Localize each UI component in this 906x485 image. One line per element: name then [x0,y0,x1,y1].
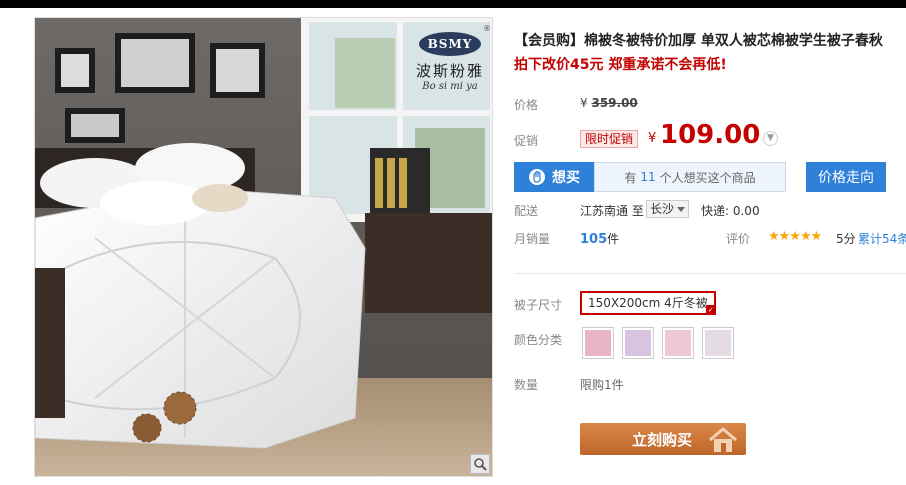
review-count-link[interactable]: 累计54条 [858,230,906,247]
swatch-fill [585,330,611,356]
shipping-fee: 快递: 0.00 [701,204,760,218]
product-subtitle: 拍下改价45元 郑重承诺不会再低! [514,57,727,73]
want-to-buy-button[interactable]: 想买 [514,162,594,192]
rating-stars-icon: ★★★★★ [768,229,822,244]
promo-tag: 限时促销 [580,130,639,148]
original-price: ¥ 359.00 [580,96,638,110]
shipping-destination: 长沙 [650,202,675,216]
house-icon [709,427,737,452]
promo-price-currency: ¥ [648,131,657,146]
color-swatch-4[interactable] [702,327,734,359]
size-label: 被子尺寸 [514,298,563,312]
monthly-sales-unit: 件 [607,232,620,246]
zoom-button[interactable] [470,454,490,474]
color-swatch-1[interactable] [582,327,614,359]
brand-name-cn: 波斯粉雅 [415,62,484,80]
original-price-amount: 359.00 [591,96,638,110]
quantity-limit-note: 限购1件 [580,378,624,392]
caret-down-icon [677,207,686,212]
buy-now-label: 立刻购买 [632,430,693,449]
monthly-sales: 105件 [580,230,619,247]
product-image[interactable]: ® BSMY 波斯粉雅 Bo si mi ya [34,17,493,477]
shipping-label: 配送 [514,204,539,218]
rating-label: 评价 [726,232,751,246]
want-suffix: 个人想买这个商品 [659,170,756,185]
color-swatch-2[interactable] [622,327,654,359]
color-swatch-3[interactable] [662,327,694,359]
quantity-label: 数量 [514,378,539,392]
swatch-fill [625,330,651,356]
check-icon: ✓ [705,305,716,315]
hand-icon [529,169,545,185]
monthly-sales-count: 105 [580,232,608,247]
price-trend-button[interactable]: 价格走向 [806,162,886,192]
want-prefix: 有 [624,170,637,185]
size-option-selected[interactable]: 150X200cm 4斤冬被 ✓ [580,291,716,315]
shipping-origin: 江苏南通 至 [580,204,644,218]
swatch-fill [705,330,731,356]
brand-name-romanized: Bo si mi ya [422,81,478,92]
brand-logo: ® BSMY 波斯粉雅 Bo si mi ya [407,24,492,92]
want-count-info: 有 11 个人想买这个商品 [594,162,786,192]
promo-price: 109.00 [660,120,761,150]
want-to-buy-label: 想买 [552,170,580,186]
want-count: 11 [640,170,656,184]
rating-score: 5分 [836,232,856,246]
size-option-text: 150X200cm 4斤冬被 [588,296,708,310]
original-price-currency: ¥ [580,96,588,110]
buy-now-button[interactable]: 立刻购买 [580,423,746,455]
swatch-fill [665,330,691,356]
promo-label: 促销 [514,134,539,148]
magnifier-icon [474,458,487,471]
trademark-symbol: ® [483,24,491,33]
section-divider [514,273,906,274]
chevron-down-icon[interactable]: ▼ [763,131,778,146]
product-title: 【会员购】棉被冬被特价加厚 单双人被芯棉被学生被子春秋 [514,33,883,49]
price-label: 价格 [514,98,539,112]
color-label: 颜色分类 [514,333,563,347]
top-bar [0,0,906,8]
shipping-destination-select[interactable]: 长沙 [646,200,690,218]
brand-logo-mark: BSMY [419,32,481,56]
monthly-sales-label: 月销量 [514,232,551,246]
